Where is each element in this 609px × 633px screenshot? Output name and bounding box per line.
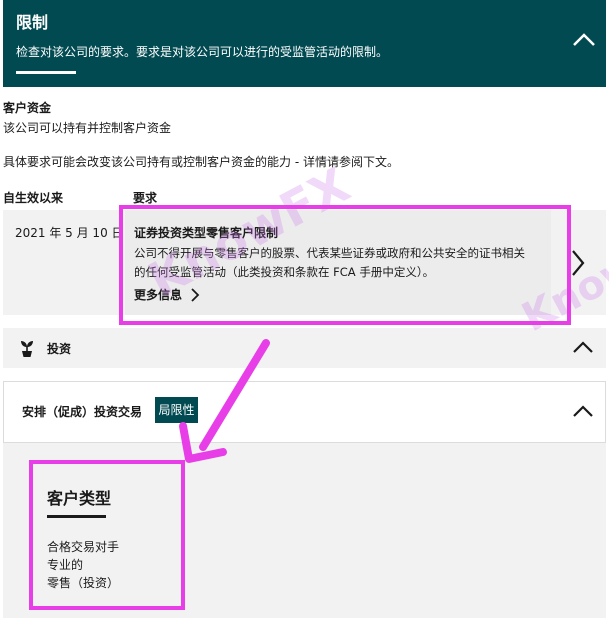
requirement-date: 2021 年 5 月 10 日: [15, 226, 124, 240]
client-type-title: 客户类型: [47, 489, 112, 508]
client-type-area: [3, 443, 606, 618]
column-effective-since: 自生效以来: [3, 191, 64, 205]
chevron-up-icon[interactable]: [571, 402, 595, 420]
limitation-badge: 局限性: [155, 397, 198, 423]
chevron-up-icon[interactable]: [571, 338, 595, 356]
more-info-link[interactable]: 更多信息: [134, 286, 182, 303]
chevron-right-icon[interactable]: [569, 248, 587, 278]
chevron-up-icon[interactable]: [571, 29, 597, 51]
client-money-note: 具体要求可能会改变该公司持有或控制客户资金的能力 - 详情请参阅下文。: [3, 155, 399, 169]
client-type-item: 零售（投资）: [47, 576, 120, 590]
client-type-item: 专业的: [47, 558, 84, 572]
investment-label: 投资: [47, 342, 72, 356]
column-requirement: 要求: [133, 191, 158, 205]
page-title: 限制: [16, 13, 49, 32]
requirement-line-2: 的任何受监管活动（此类投资和条款在 FCA 手册中定义）。: [134, 265, 435, 279]
header-description: 检查对该公司的要求。要求是对该公司可以进行的受监管活动的限制。: [16, 45, 389, 59]
requirement-title: 证券投资类型零售客户限制: [134, 226, 279, 240]
requirement-line-1: 公司不得开展与零售客户的股票、代表某些证券或政府和公共安全的证书相关: [134, 246, 525, 260]
client-type-underline: [47, 515, 106, 518]
chevron-right-icon[interactable]: [189, 287, 201, 303]
client-money-heading: 客户资金: [3, 101, 52, 115]
client-type-item: 合格交易对手: [47, 540, 120, 554]
arrangement-label: 安排（促成）投资交易: [22, 405, 143, 419]
investment-section[interactable]: [3, 328, 606, 368]
title-underline: [16, 71, 76, 74]
plant-icon: [21, 341, 33, 357]
client-money-text: 该公司可以持有并控制客户资金: [3, 121, 172, 135]
restrictions-header: 限制 检查对该公司的要求。要求是对该公司可以进行的受监管活动的限制。: [3, 0, 606, 87]
